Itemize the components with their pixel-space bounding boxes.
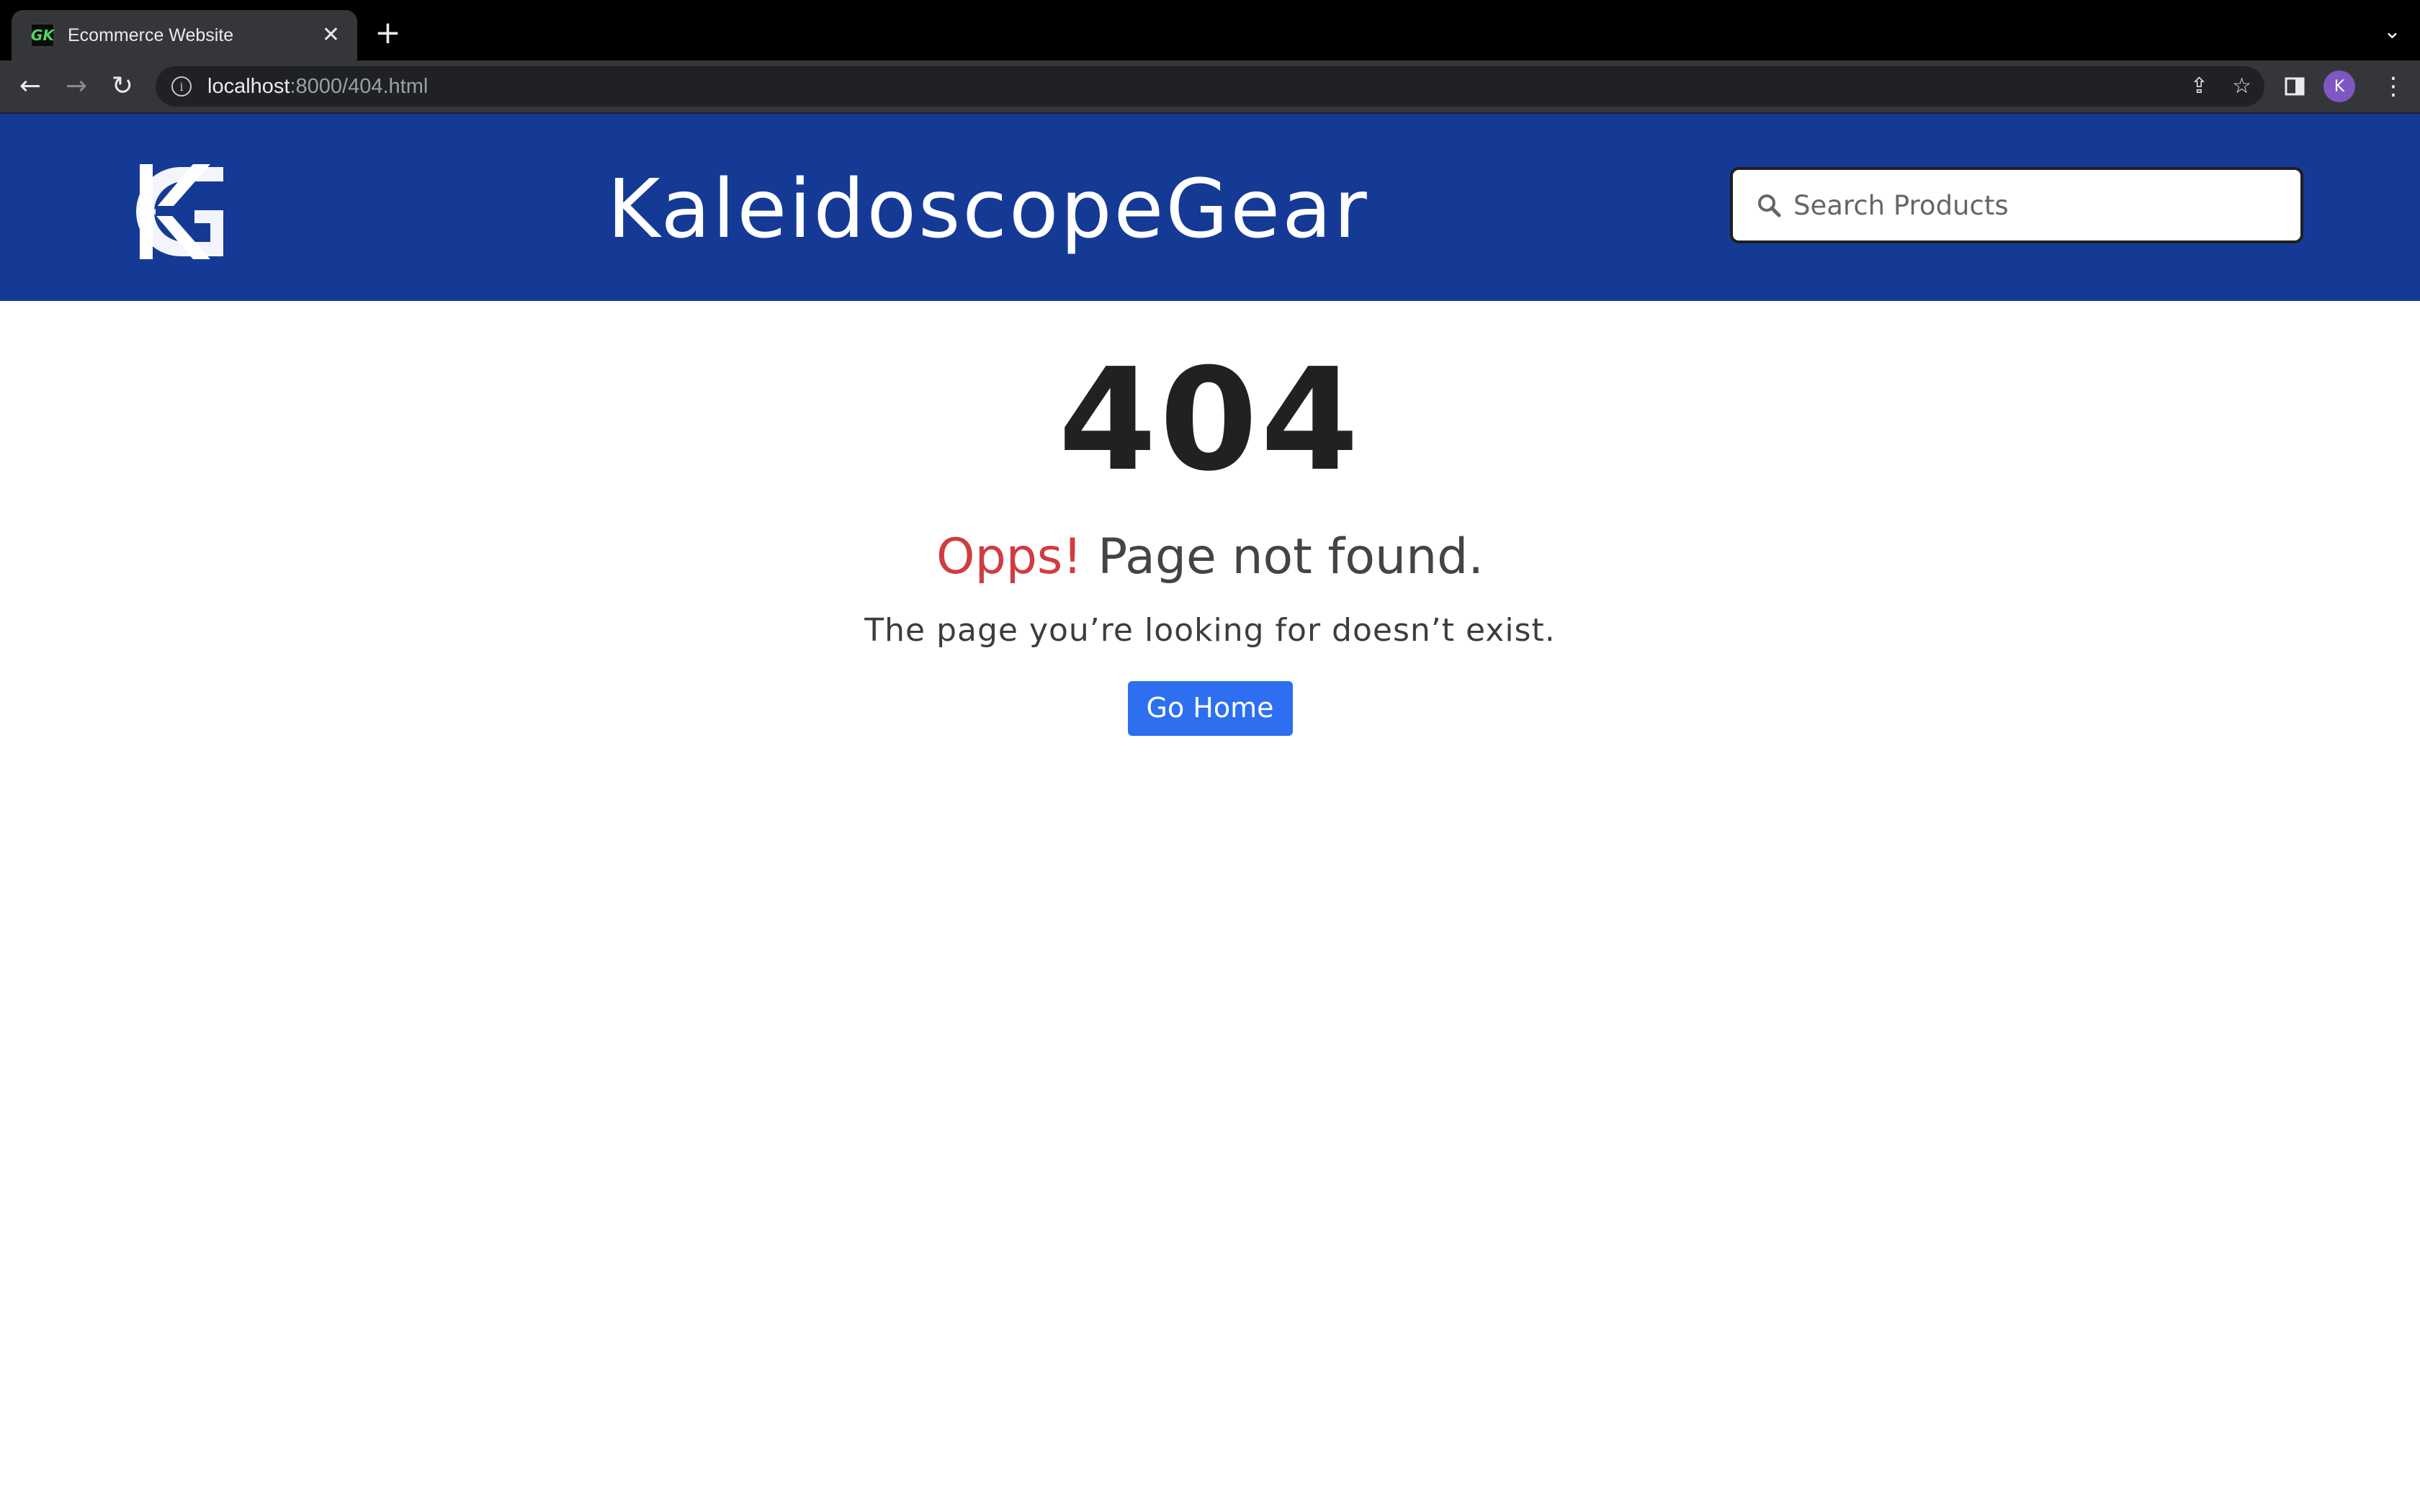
profile-avatar[interactable]: K xyxy=(2323,71,2355,102)
search-icon xyxy=(1758,194,1781,217)
search-input[interactable] xyxy=(1792,189,2270,222)
url-path: :8000/404.html xyxy=(290,74,429,98)
new-tab-icon[interactable]: + xyxy=(375,17,401,49)
browser-tab-bar: GK Ecommerce Website ✕ + ⌄ xyxy=(0,0,2420,60)
tab-search-chevron-icon[interactable]: ⌄ xyxy=(2383,19,2401,44)
browser-tab[interactable]: GK Ecommerce Website ✕ xyxy=(12,10,357,60)
error-code: 404 xyxy=(1058,338,1362,503)
forward-arrow-icon[interactable]: → xyxy=(53,73,99,99)
page-not-found-text: Page not found. xyxy=(1098,528,1484,585)
opps-text: Opps! xyxy=(936,528,1083,585)
close-tab-icon[interactable]: ✕ xyxy=(322,24,340,46)
address-bar[interactable]: i localhost:8000/404.html ⇪ ☆ xyxy=(156,66,2264,107)
error-content: 404 Opps! Page not found. The page you’r… xyxy=(0,350,2420,736)
tab-title: Ecommerce Website xyxy=(68,24,234,45)
url-host: localhost xyxy=(207,74,290,98)
site-info-icon[interactable]: i xyxy=(171,76,192,96)
bookmark-star-icon[interactable]: ☆ xyxy=(2232,73,2251,99)
site-favicon: GK xyxy=(30,23,55,48)
share-icon[interactable]: ⇪ xyxy=(2190,73,2208,99)
back-arrow-icon[interactable]: ← xyxy=(7,73,53,99)
search-box[interactable] xyxy=(1730,167,2303,243)
url-text[interactable]: localhost:8000/404.html xyxy=(207,75,428,99)
error-headline: Opps! Page not found. xyxy=(0,533,2420,582)
error-message: The page you’re looking for doesn’t exis… xyxy=(864,612,1556,649)
reload-icon[interactable]: ↻ xyxy=(99,73,145,99)
menu-kebab-icon[interactable]: ⋮ xyxy=(2381,60,2406,112)
go-home-button[interactable]: Go Home xyxy=(1127,681,1293,736)
brand-title[interactable]: KaleidoscopeGear xyxy=(0,163,1976,256)
browser-toolbar: ← → ↻ i localhost:8000/404.html ⇪ ☆ K ⋮ xyxy=(0,60,2420,114)
side-panel-icon[interactable] xyxy=(2285,60,2305,112)
